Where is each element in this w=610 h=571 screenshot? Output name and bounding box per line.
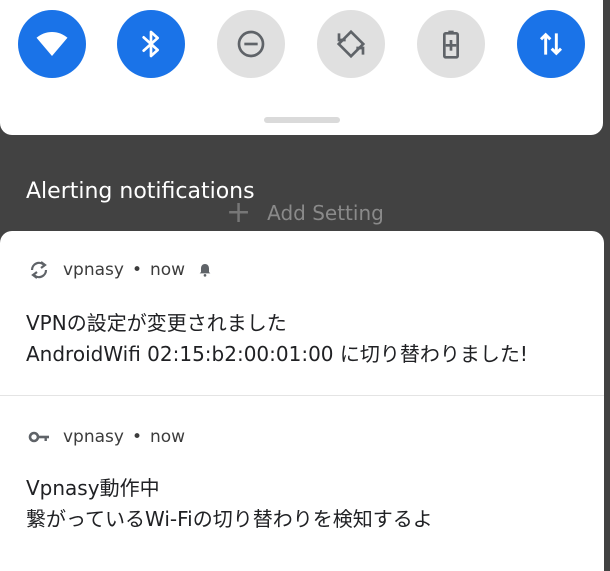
auto-rotate-tile[interactable]	[317, 10, 385, 78]
battery-saver-icon	[443, 30, 459, 59]
do-not-disturb-tile[interactable]	[217, 10, 285, 78]
app-name: vpnasy	[63, 260, 124, 280]
notification-text: AndroidWifi 02:15:b2:00:01:00 に切り替わりました!	[26, 342, 528, 366]
add-setting-button[interactable]: + Add Setting	[226, 195, 384, 230]
battery-saver-tile[interactable]	[417, 10, 485, 78]
separator-dot: •	[131, 260, 142, 280]
separator-dot: •	[131, 427, 142, 447]
section-header: Alerting notifications	[26, 179, 255, 204]
wifi-icon	[36, 32, 68, 56]
auto-rotate-icon	[336, 29, 366, 59]
bluetooth-tile[interactable]	[117, 10, 185, 78]
notification-title: VPNの設定が変更されました	[26, 311, 287, 335]
mobile-data-tile[interactable]	[517, 10, 585, 78]
app-name: vpnasy	[63, 427, 124, 447]
alerting-bell-icon	[199, 264, 211, 277]
quick-settings-panel	[0, 0, 603, 135]
wifi-tile[interactable]	[18, 10, 86, 78]
add-setting-label: Add Setting	[267, 201, 384, 225]
timestamp: now	[150, 260, 186, 280]
mobile-data-icon	[539, 32, 563, 56]
do-not-disturb-icon	[237, 30, 265, 58]
drag-handle[interactable]	[264, 117, 340, 123]
timestamp: now	[150, 427, 186, 447]
bluetooth-icon	[142, 30, 159, 58]
notification-header: vpnasy • now	[27, 255, 213, 285]
notification-stack: vpnasy • now VPNの設定が変更されました AndroidWifi …	[0, 231, 604, 571]
notification-card[interactable]: vpnasy • now VPNの設定が変更されました AndroidWifi …	[0, 231, 604, 395]
notification-header: vpnasy • now	[27, 422, 185, 452]
notification-title: Vpnasy動作中	[26, 476, 160, 500]
notification-card[interactable]: vpnasy • now Vpnasy動作中 繋がっているWi-Fiの切り替わり…	[0, 396, 604, 571]
sync-icon	[30, 261, 48, 279]
notification-text: 繋がっているWi-Fiの切り替わりを検知するよ	[26, 507, 433, 531]
key-icon	[28, 431, 49, 443]
plus-icon: +	[226, 195, 252, 230]
